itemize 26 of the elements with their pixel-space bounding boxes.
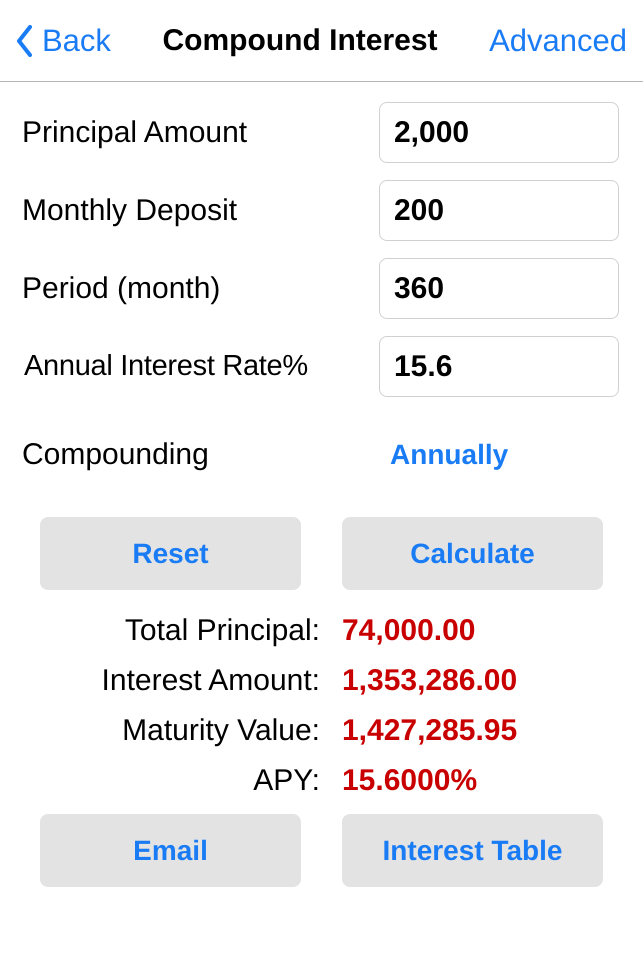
input-field[interactable]: 200 (379, 180, 619, 241)
result-label: Maturity Value: (121, 714, 320, 748)
result-label: Interest Amount: (100, 664, 320, 698)
field-label: Annual Interest Rate% (24, 350, 308, 383)
action-button[interactable]: Email (40, 814, 301, 887)
action-button[interactable]: Reset (40, 517, 301, 590)
back-button[interactable]: Back (16, 22, 111, 58)
field-label: Principal Amount (22, 116, 248, 150)
result-value: 1,353,286.00 (342, 664, 518, 698)
field-label: Monthly Deposit (22, 194, 238, 228)
compounding-label: Compounding (22, 438, 210, 472)
compounding-selector[interactable]: Annually (390, 439, 508, 471)
input-field[interactable]: 15.6 (379, 336, 619, 397)
input-field[interactable]: 2,000 (379, 102, 619, 163)
result-label: APY: (252, 764, 320, 798)
chevron-left-icon (16, 24, 32, 56)
result-value: 1,427,285.95 (342, 714, 518, 748)
action-button[interactable]: Calculate (342, 517, 603, 590)
action-button[interactable]: Interest Table (342, 814, 603, 887)
input-field[interactable]: 360 (379, 258, 619, 319)
result-value: 74,000.00 (342, 614, 476, 648)
advanced-button[interactable]: Advanced (489, 22, 627, 58)
result-label: Total Principal: (124, 614, 320, 648)
result-value: 15.6000% (342, 764, 478, 798)
screen-title: Compound Interest (162, 24, 438, 58)
field-label: Period (month) (22, 272, 220, 306)
